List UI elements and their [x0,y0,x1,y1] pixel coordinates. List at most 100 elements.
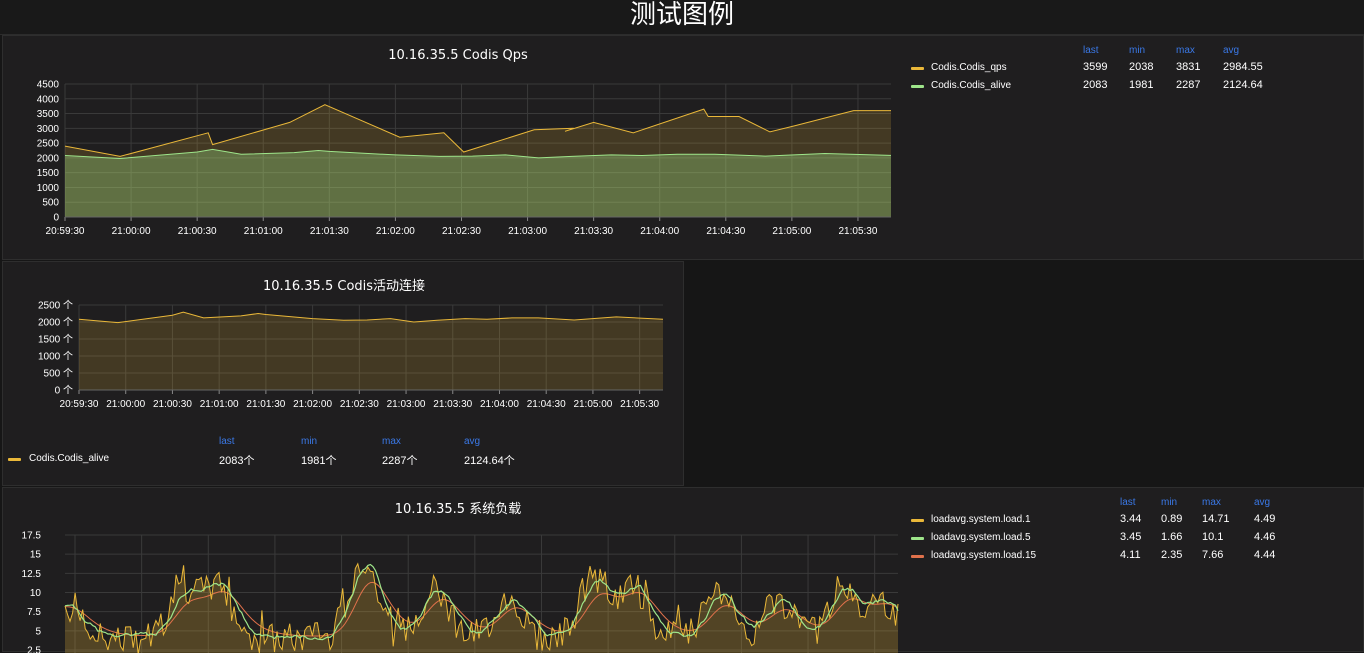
x-tick-label: 21:04:00 [640,226,679,237]
legend-swatch [911,537,924,540]
load-chart: 2.557.51012.51517.5 [3,488,903,653]
qps-legend: last min max avg Codis.Codis_qps 3599 2038 3831… [908,44,1358,114]
legend-header-min: min [301,436,317,447]
x-tick-label: 21:01:30 [246,399,285,410]
series-area-Codis-Codis_alive [65,149,891,217]
x-tick-label: 21:02:30 [340,399,379,410]
legend-series-name[interactable]: Codis.Codis_qps [931,62,1007,73]
x-tick-label: 21:03:30 [433,399,472,410]
y-tick-label: 2000 [37,153,60,164]
x-tick-label: 21:02:00 [293,399,332,410]
y-tick-label: 17.5 [22,531,42,542]
legend-header-avg: avg [1223,45,1239,56]
legend-series-name[interactable]: Codis.Codis_alive [29,453,109,464]
x-tick-label: 21:05:30 [620,399,659,410]
y-tick-label: 5 [35,626,41,637]
legend-value-avg: 4.44 [1254,549,1275,561]
legend-value-avg: 2124.64个 [464,452,515,468]
panel-codis-qps: 10.16.35.5 Codis Qps 0500100015002000250… [2,35,1364,260]
legend-value-avg: 4.49 [1254,513,1275,525]
y-tick-label: 3000 [37,124,60,135]
legend-header-last: last [219,436,235,447]
legend-swatch [911,67,924,70]
y-tick-label: 1500 [37,168,60,179]
x-tick-label: 21:04:00 [480,399,519,410]
legend-value-max: 2287 [1176,79,1200,91]
legend-swatch [911,555,924,558]
x-tick-label: 21:00:30 [178,226,217,237]
y-tick-label: 3500 [37,109,60,120]
y-tick-label: 2500 [37,139,60,150]
y-tick-label: 4000 [37,94,60,105]
x-tick-label: 21:03:30 [574,226,613,237]
legend-swatch [911,85,924,88]
legend-value-avg: 2124.64 [1223,79,1263,91]
legend-series-name[interactable]: loadavg.system.load.15 [931,550,1036,561]
legend-header-max: max [1202,497,1221,508]
legend-header-avg: avg [1254,497,1270,508]
x-tick-label: 21:03:00 [387,399,426,410]
legend-value-max: 14.71 [1202,513,1230,525]
legend-header-min: min [1161,497,1177,508]
legend-value-min: 1981个 [301,452,336,468]
qps-chart: 05001000150020002500300035004000450020:5… [3,36,903,246]
series-area-Codis-Codis_alive [79,312,663,390]
legend-value-last: 2083个 [219,452,254,468]
x-tick-label: 21:05:00 [573,399,612,410]
legend-value-last: 4.11 [1120,549,1141,561]
legend-header-min: min [1129,45,1145,56]
x-tick-label: 21:00:30 [153,399,192,410]
legend-value-last: 3.44 [1120,513,1141,525]
x-tick-label: 21:02:30 [442,226,481,237]
y-tick-label: 2000 个 [38,317,73,329]
y-tick-label: 10 [30,588,42,599]
y-tick-label: 4500 [37,80,60,91]
legend-value-last: 2083 [1083,79,1107,91]
legend-value-min: 1.66 [1161,531,1182,543]
y-tick-label: 1500 个 [38,334,73,346]
y-tick-label: 7.5 [27,607,41,618]
legend-value-min: 2038 [1129,61,1153,73]
legend-value-min: 0.89 [1161,513,1182,525]
x-tick-label: 21:01:00 [200,399,239,410]
panel-system-load: 10.16.35.5 系统负载 2.557.51012.51517.5 last… [2,487,1364,652]
y-tick-label: 2500 个 [38,300,73,312]
legend-value-avg: 2984.55 [1223,61,1263,73]
legend-value-last: 3599 [1083,61,1107,73]
y-tick-label: 1000 [37,183,60,194]
x-tick-label: 21:02:00 [376,226,415,237]
legend-value-min: 1981 [1129,79,1153,91]
legend-value-min: 2.35 [1161,549,1182,561]
legend-series-name[interactable]: loadavg.system.load.5 [931,532,1031,543]
y-tick-label: 1000 个 [38,351,73,363]
legend-series-name[interactable]: Codis.Codis_alive [931,80,1011,91]
legend-value-max: 3831 [1176,61,1200,73]
load-legend: last min max avg loadavg.system.load.1 3.44 0.… [908,496,1358,566]
x-tick-label: 21:00:00 [112,226,151,237]
alive-chart: 0 个 500 个 1000 个 1500 个 2000 个 2500 个 20:59:30… [3,262,683,422]
x-tick-label: 21:05:00 [772,226,811,237]
x-tick-label: 21:01:30 [310,226,349,237]
legend-series-name[interactable]: loadavg.system.load.1 [931,514,1031,525]
legend-header-last: last [1120,497,1136,508]
legend-header-max: max [1176,45,1195,56]
x-tick-label: 20:59:30 [60,399,99,410]
panel-codis-alive: 10.16.35.5 Codis活动连接 0 个500 个1000 个1500 … [2,261,684,486]
y-tick-label: 0 个 [55,385,73,397]
legend-value-max: 2287个 [382,452,417,468]
legend-value-avg: 4.46 [1254,531,1275,543]
y-tick-label: 500 个 [44,368,73,380]
x-tick-label: 21:04:30 [706,226,745,237]
legend-header-avg: avg [464,436,480,447]
legend-header-last: last [1083,45,1099,56]
legend-swatch [8,458,21,461]
legend-header-max: max [382,436,401,447]
x-tick-label: 21:00:00 [106,399,145,410]
x-tick-label: 21:03:00 [508,226,547,237]
y-tick-label: 12.5 [22,569,42,580]
y-tick-label: 15 [30,550,42,561]
x-tick-label: 21:01:00 [244,226,283,237]
x-tick-label: 21:04:30 [527,399,566,410]
x-tick-label: 21:05:30 [838,226,877,237]
x-tick-label: 20:59:30 [46,226,85,237]
